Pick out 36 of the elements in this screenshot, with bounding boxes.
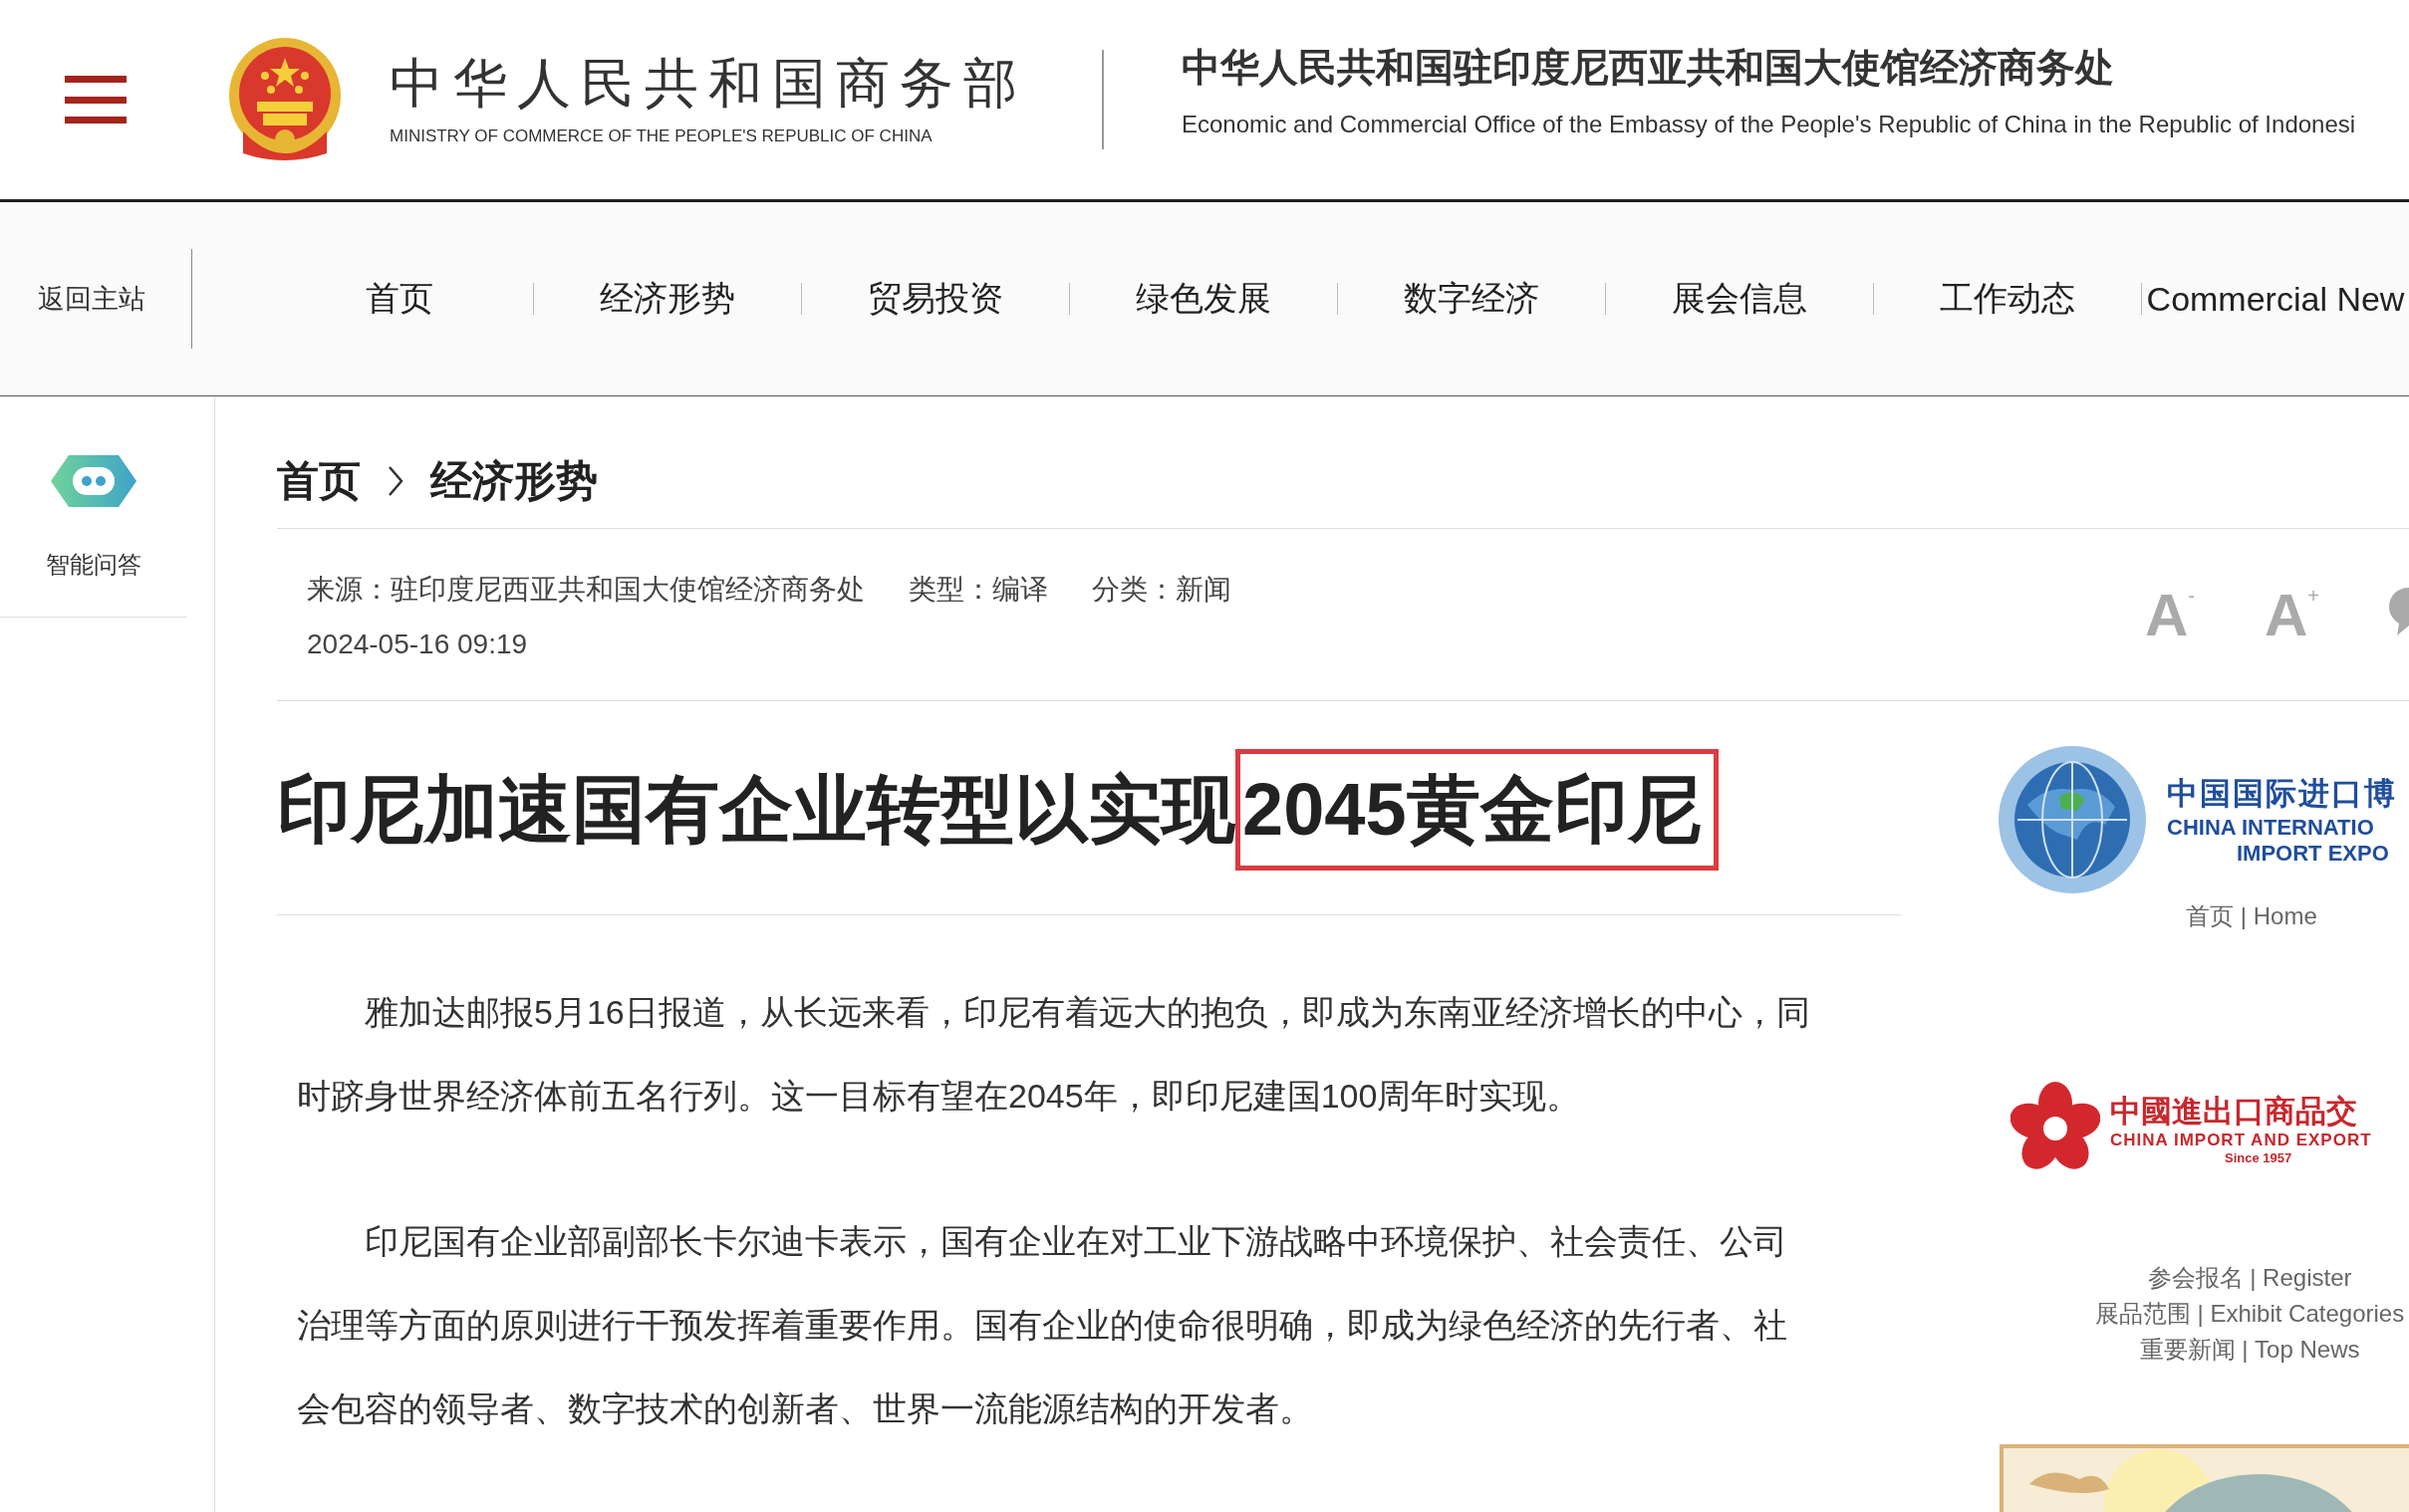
- chevron-right-icon: [387, 464, 404, 498]
- assistant-label[interactable]: 智能问答: [46, 549, 141, 581]
- expo-name-english: CHINA INTERNATIO: [2167, 815, 2375, 841]
- office-subtitle: Economic and Commercial Office of the Embassy of the People's Republic of China in the Republic of Indonesi: [1182, 111, 2356, 138]
- expo-name-english: IMPORT EXPO: [2236, 841, 2390, 867]
- nav-link[interactable]: 首页: [266, 276, 533, 322]
- article-paragraph: 印尼国有企业部副部长卡尔迪卡表示，国有企业在对工业下游战略中环境保护、社会责任、公司治理等方面的原则进行干预发挥着重要作用。国有企业的使命很明确，即成为绿色经济的先行者、社会包容的领导者、数字技术的创新者、世界一流能源结构的开发者。: [296, 1221, 1788, 1429]
- source-label: 来源：驻印度尼西亚共和国大使馆经济商务处: [307, 573, 865, 607]
- ministry-subtitle: MINISTRY OF COMMERCE OF THE PEOPLE'S REPUBLIC OF CHINA: [390, 126, 934, 146]
- highlighted-title-text: 2045黄金印尼: [1235, 749, 1719, 871]
- sidebar-link[interactable]: 参会报名 | Register: [2147, 1263, 2352, 1293]
- sidebar-link[interactable]: 重要新闻 | Top News: [2139, 1335, 2360, 1365]
- office-title: 中华人民共和国驻印度尼西亚共和国大使馆经济商务处: [1182, 45, 2115, 91]
- nav-link[interactable]: 展会信息: [1606, 276, 1873, 322]
- nav-link[interactable]: Commercial New: [2142, 279, 2409, 319]
- home-link[interactable]: 首页 | Home: [1921, 900, 2409, 932]
- article-title: 印尼加速国有企业转型以实现: [277, 767, 1235, 853]
- menu-icon[interactable]: [65, 76, 127, 124]
- breadcrumb-link[interactable]: 首页: [277, 456, 361, 506]
- nav-link[interactable]: 绿色发展: [1070, 276, 1337, 322]
- nav-link[interactable]: 工作动态: [1874, 276, 2141, 322]
- breadcrumb-link[interactable]: 经济形势: [430, 456, 598, 506]
- article-paragraph: 雅加达邮报5月16日报道，从长远来看，印尼有着远大的抱负，即成为东南亚经济增长的中心，同时跻身世界经济体前五名行列。这一目标有望在2045年，即印尼建国100周年时实现。: [296, 992, 1811, 1117]
- nav-link[interactable]: 经济形势: [534, 276, 801, 322]
- fair-since: Since 1957: [2224, 1149, 2293, 1165]
- type-label: 类型：编译: [909, 573, 1048, 607]
- fair-name-english: CHINA IMPORT AND EXPORT: [2110, 1130, 2372, 1150]
- nav-link[interactable]: 贸易投资: [802, 276, 1069, 322]
- publish-date: 2024-05-16 09:19: [307, 629, 529, 660]
- expo-name: 中国国际进口博: [2167, 775, 2397, 813]
- category-label: 分类：新闻: [1092, 573, 1231, 607]
- fair-name: 中國進出口商品交: [2110, 1091, 2358, 1131]
- back-link[interactable]: 返回主站: [0, 281, 192, 317]
- ministry-title: 中华人民共和国商务部: [390, 53, 1027, 113]
- nav-link[interactable]: 数字经济: [1338, 276, 1605, 322]
- sidebar-link[interactable]: 展品范围 | Exhibit Categories: [2094, 1299, 2405, 1329]
